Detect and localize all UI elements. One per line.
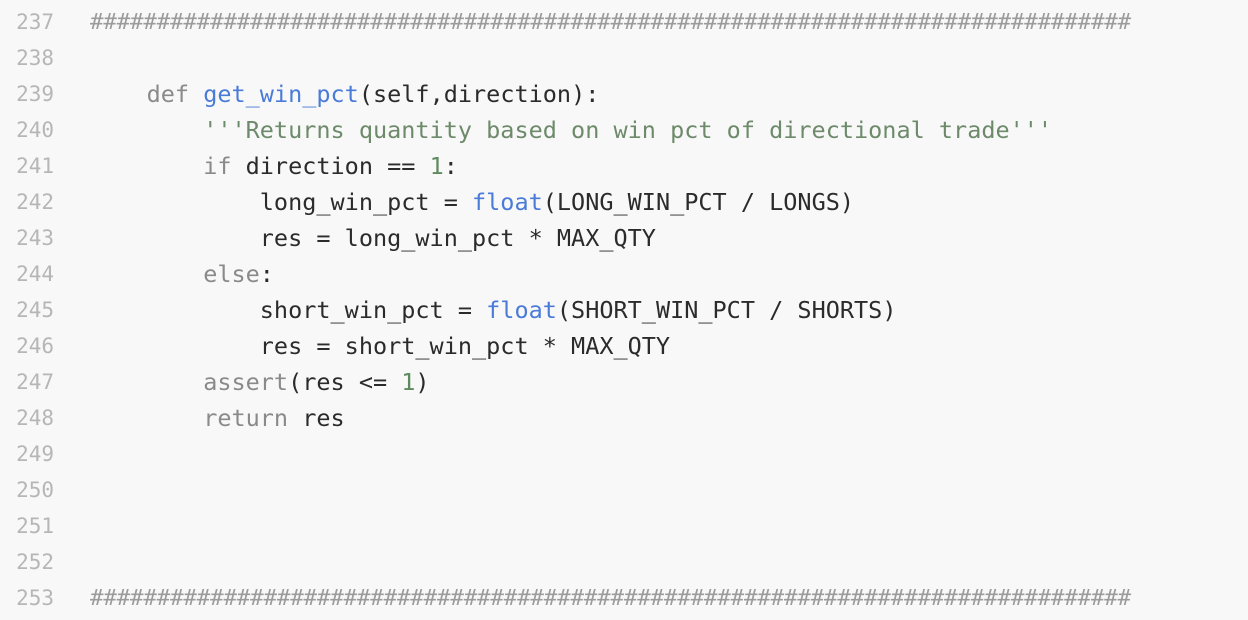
code-line: 246 res = short_win_pct * MAX_QTY <box>0 328 1248 364</box>
code-text: return res <box>90 404 345 432</box>
code-line: 243 res = long_win_pct * MAX_QTY <box>0 220 1248 256</box>
keyword-return: return <box>203 404 289 432</box>
condition: direction == <box>231 152 430 180</box>
code-text: if direction == 1: <box>90 152 458 180</box>
function-params: (self,direction): <box>358 80 600 108</box>
code-text: def get_win_pct(self,direction): <box>90 80 600 108</box>
code-line: 245 short_win_pct = float(SHORT_WIN_PCT … <box>0 292 1248 328</box>
assignment: long_win_pct = <box>259 188 473 216</box>
function-name: get_win_pct <box>203 80 359 108</box>
code-text: else: <box>90 260 274 288</box>
line-number: 239 <box>16 82 54 106</box>
code-line: 247 assert(res <= 1) <box>0 364 1248 400</box>
code-line: 251 <box>0 508 1248 544</box>
line-number: 244 <box>16 262 54 286</box>
expression: (LONG_WIN_PCT / LONGS) <box>542 188 855 216</box>
number-literal: 1 <box>401 368 416 396</box>
code-line: 244 else: <box>0 256 1248 292</box>
keyword-else: else <box>203 260 260 288</box>
assert-close: ) <box>415 368 430 396</box>
code-line: 240 '''Returns quantity based on win pct… <box>0 112 1248 148</box>
line-number: 247 <box>16 370 54 394</box>
line-number: 253 <box>16 586 54 610</box>
docstring: '''Returns quantity based on win pct of … <box>203 116 1053 144</box>
line-number: 240 <box>16 118 54 142</box>
line-number: 246 <box>16 334 54 358</box>
builtin-float: float <box>472 188 543 216</box>
number-literal: 1 <box>429 152 444 180</box>
code-text: res = short_win_pct * MAX_QTY <box>90 332 670 360</box>
code-line: 249 <box>0 436 1248 472</box>
colon: : <box>443 152 458 180</box>
line-number: 252 <box>16 550 54 574</box>
line-number: 238 <box>16 46 54 70</box>
assignment: res = long_win_pct * MAX_QTY <box>259 224 656 252</box>
builtin-float: float <box>486 296 557 324</box>
line-number: 237 <box>16 10 54 34</box>
line-number: 249 <box>16 442 54 466</box>
assignment: short_win_pct = <box>259 296 487 324</box>
code-line: 238 <box>0 40 1248 76</box>
code-line: 250 <box>0 472 1248 508</box>
keyword-if: if <box>203 152 232 180</box>
line-number: 242 <box>16 190 54 214</box>
line-number: 251 <box>16 514 54 538</box>
assert-open: (res <= <box>288 368 402 396</box>
code-line: 252 <box>0 544 1248 580</box>
comment-separator: ########################################… <box>90 9 1131 35</box>
assignment: res = short_win_pct * MAX_QTY <box>259 332 671 360</box>
return-value: res <box>288 404 345 432</box>
code-text: long_win_pct = float(LONG_WIN_PCT / LONG… <box>90 188 854 216</box>
line-number: 245 <box>16 298 54 322</box>
line-number: 250 <box>16 478 54 502</box>
code-text: '''Returns quantity based on win pct of … <box>90 116 1052 144</box>
code-line: 239 def get_win_pct(self,direction): <box>0 76 1248 112</box>
line-number: 241 <box>16 154 54 178</box>
code-line: 248 return res <box>0 400 1248 436</box>
comment-separator: ########################################… <box>90 585 1131 611</box>
keyword-assert: assert <box>203 368 289 396</box>
code-line: 241 if direction == 1: <box>0 148 1248 184</box>
line-number: 248 <box>16 406 54 430</box>
colon: : <box>259 260 274 288</box>
code-line: 242 long_win_pct = float(LONG_WIN_PCT / … <box>0 184 1248 220</box>
code-text: short_win_pct = float(SHORT_WIN_PCT / SH… <box>90 296 897 324</box>
code-line: 253 ####################################… <box>0 580 1248 616</box>
line-number: 243 <box>16 226 54 250</box>
code-text: assert(res <= 1) <box>90 368 430 396</box>
keyword-def: def <box>146 80 190 108</box>
code-editor[interactable]: 237 ####################################… <box>0 0 1248 620</box>
code-line: 237 ####################################… <box>0 4 1248 40</box>
expression: (SHORT_WIN_PCT / SHORTS) <box>556 296 897 324</box>
code-text: res = long_win_pct * MAX_QTY <box>90 224 656 252</box>
